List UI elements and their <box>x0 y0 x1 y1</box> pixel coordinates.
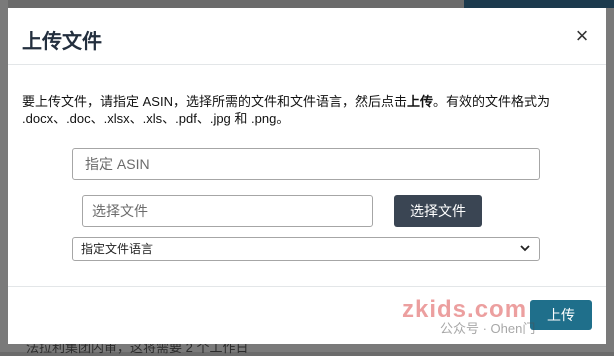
background-top-right-bar <box>464 0 614 8</box>
background-left <box>0 0 8 352</box>
file-name-field[interactable] <box>82 195 373 227</box>
close-icon[interactable]: × <box>572 25 592 47</box>
background-right <box>606 0 614 352</box>
file-language-select[interactable]: 指定文件语言 <box>72 237 540 261</box>
upload-keyword: 上传 <box>406 94 433 109</box>
dialog-body: 要上传文件，请指定 ASIN，选择所需的文件和文件语言，然后点击上传。有效的文件… <box>8 65 606 287</box>
upload-file-dialog: 上传文件 × 要上传文件，请指定 ASIN，选择所需的文件和文件语言，然后点击上… <box>8 8 606 344</box>
dialog-title: 上传文件 <box>22 31 102 53</box>
dialog-header: 上传文件 × <box>8 8 606 65</box>
dialog-description: 要上传文件，请指定 ASIN，选择所需的文件和文件语言，然后点击上传。有效的文件… <box>22 94 550 126</box>
chevron-down-icon <box>520 245 530 252</box>
asin-input[interactable] <box>72 148 540 180</box>
file-language-select-value: 指定文件语言 <box>81 242 154 256</box>
watermark-subtext: 公众号 · Ohen门 <box>440 321 536 336</box>
choose-file-button[interactable]: 选择文件 <box>394 195 482 227</box>
upload-button[interactable]: 上传 <box>530 300 592 330</box>
